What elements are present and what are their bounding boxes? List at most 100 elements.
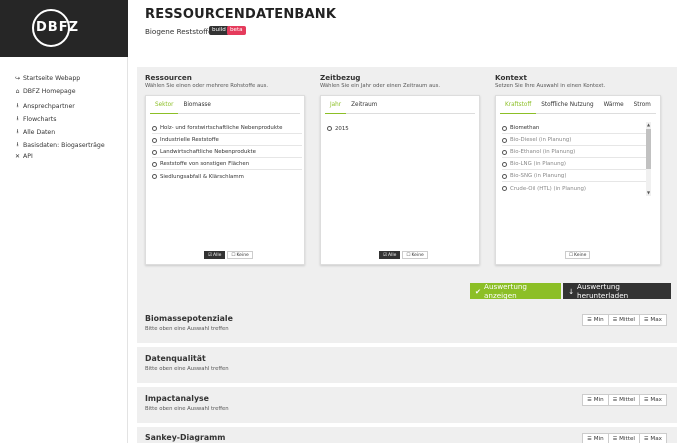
sidebar-item-basisdaten[interactable]: ⭳ Basisdaten: Biogaserträge [14, 140, 105, 150]
table-icon: ☰ [643, 317, 649, 323]
radio-icon [152, 149, 157, 155]
main-content: Ressourcen Wählen Sie einen oder mehrere… [128, 57, 700, 443]
ressourcen-buttons: ☑ Alle ☐ Keine [204, 251, 253, 259]
sidebar-item-label: Startseite Webapp [23, 75, 81, 82]
view-min-button[interactable]: ☰ Min [582, 433, 609, 443]
tab-waerme[interactable]: Wärme [599, 99, 629, 114]
radio-icon [152, 174, 157, 179]
download-icon: ⭳ [16, 102, 19, 109]
section-sankey-diagramm: Sankey-Diagramm ☰ Min ☰ Mittel ☰ Max [137, 427, 677, 443]
section-hint: Bitte oben eine Auswahl treffen [145, 326, 229, 332]
kontext-card: Kraftstoff Stoffliche Nutzung Wärme Stro… [495, 95, 661, 265]
logo-area: DBFZ [0, 0, 128, 57]
section-title: Impactanalyse [145, 394, 209, 403]
select-all-button[interactable]: ☑ Alle [379, 251, 401, 259]
tab-zeitraum[interactable]: Zeitraum [346, 99, 382, 114]
list-item: Bio-Diesel (in Planung) [502, 135, 646, 146]
list-item[interactable]: Reststoffe von sonstigen Flächen [152, 159, 302, 170]
ressourcen-tabs: Sektor Biomasse [150, 99, 300, 114]
list-item: Bio-Ethanol (in Planung) [502, 147, 646, 158]
kontext-scrollbar[interactable]: ▲ ▼ [646, 122, 651, 196]
select-none-button[interactable]: ☐ Keine [565, 251, 591, 259]
beta-badge: beta [227, 26, 246, 35]
zeitbezug-hint: Wählen Sie ein Jahr oder einen Zeitraum … [320, 83, 441, 89]
select-none-button[interactable]: ☐ Keine [227, 251, 253, 259]
radio-icon [502, 137, 507, 143]
list-item[interactable]: 2015 [327, 123, 477, 134]
check-icon: ☑ [208, 252, 213, 258]
table-icon: ☰ [587, 436, 592, 442]
sidebar-item-ansprechpartner[interactable]: ⭳ Ansprechpartner [14, 101, 75, 111]
view-max-button[interactable]: ☰ Max [638, 394, 667, 406]
scroll-down-icon[interactable]: ▼ [646, 190, 651, 195]
page-subtitle: Biogene Reststoffe [145, 27, 213, 36]
page-header: RESSOURCENDATENBANK Biogene Reststoffe b… [128, 0, 700, 57]
show-evaluation-button[interactable]: ✔ Auswertung anzeigen [470, 282, 561, 300]
view-mittel-button[interactable]: ☰ Mittel [607, 394, 640, 406]
ressourcen-hint: Wählen Sie einen oder mehrere Rohstoffe … [145, 83, 269, 89]
download-icon: ⭳ [16, 115, 19, 122]
list-item: Bio-SNG (in Planung) [502, 171, 646, 182]
view-mittel-button[interactable]: ☰ Mittel [607, 314, 640, 326]
square-icon: ☐ [569, 252, 574, 258]
home-icon: ⌂ [15, 88, 20, 95]
view-min-button[interactable]: ☰ Min [582, 394, 609, 406]
scroll-up-icon[interactable]: ▲ [646, 122, 651, 127]
sidebar-item-startseite[interactable]: ↪ Startseite Webapp [14, 75, 80, 82]
zeitbezug-tabs: Jahr Zeitraum [325, 99, 475, 114]
radio-icon [502, 173, 507, 179]
sidebar-item-homepage[interactable]: ⌂ DBFZ Homepage [14, 88, 76, 95]
build-badge: build [209, 26, 229, 35]
list-item[interactable]: Biomethan [502, 123, 646, 134]
list-item[interactable]: Industrielle Reststoffe [152, 135, 302, 146]
list-item[interactable]: Landwirtschaftliche Nebenprodukte [152, 147, 302, 158]
scroll-thumb[interactable] [646, 129, 651, 169]
table-icon: ☰ [612, 436, 618, 442]
section-impactanalyse: Impactanalyse Bitte oben eine Auswahl tr… [137, 387, 677, 423]
check-icon: ✔ [475, 286, 482, 296]
list-item[interactable]: Siedlungsabfall & Klärschlamm [152, 171, 302, 182]
select-all-button[interactable]: ☑ Alle [204, 251, 226, 259]
tab-sektor[interactable]: Sektor [150, 99, 179, 114]
tab-biomasse[interactable]: Biomasse [178, 99, 215, 114]
download-evaluation-button[interactable]: ↓ Auswertung herunterladen [563, 282, 671, 300]
sidebar-item-flowcharts[interactable]: ⭳ Flowcharts [14, 114, 56, 124]
sidebar-item-alle-daten[interactable]: ⭳ Alle Daten [14, 127, 55, 137]
sign-out-icon: ↪ [14, 75, 21, 82]
section-hint: Bitte oben eine Auswahl treffen [145, 406, 229, 412]
square-icon: ☐ [406, 252, 411, 258]
square-icon: ☐ [231, 252, 236, 258]
zeitbezug-title: Zeitbezug [320, 73, 361, 82]
filter-panel: Ressourcen Wählen Sie einen oder mehrere… [137, 67, 677, 324]
table-icon: ☰ [643, 397, 649, 403]
view-max-button[interactable]: ☰ Max [638, 314, 667, 326]
radio-icon [152, 137, 157, 143]
kontext-title: Kontext [495, 73, 527, 82]
sidebar-item-label: Ansprechpartner [23, 102, 75, 110]
sidebar-item-label: Flowcharts [23, 115, 57, 123]
sidebar-item-api[interactable]: ✕ API [14, 153, 33, 160]
view-min-button[interactable]: ☰ Min [582, 314, 609, 326]
tab-strom[interactable]: Strom [629, 99, 656, 114]
select-none-button[interactable]: ☐ Keine [402, 251, 428, 259]
logo-text: DBFZ [36, 20, 80, 35]
view-mittel-button[interactable]: ☰ Mittel [607, 433, 640, 443]
tab-kraftstoff[interactable]: Kraftstoff [500, 99, 537, 114]
tab-stoffliche-nutzung[interactable]: Stoffliche Nutzung [536, 99, 598, 114]
tab-jahr[interactable]: Jahr [325, 99, 347, 114]
dbfz-logo[interactable]: DBFZ [32, 9, 80, 47]
radio-icon [502, 125, 507, 131]
kontext-tabs: Kraftstoff Stoffliche Nutzung Wärme Stro… [500, 99, 656, 114]
view-max-button[interactable]: ☰ Max [638, 433, 667, 443]
list-item[interactable]: Holz- und forstwirtschaftliche Nebenprod… [152, 123, 302, 134]
section-hint: Bitte oben eine Auswahl treffen [145, 366, 229, 372]
table-icon: ☰ [643, 436, 649, 442]
radio-icon [502, 186, 507, 191]
sidebar-item-label: DBFZ Homepage [23, 88, 76, 95]
sidebar-item-label: Basisdaten: Biogaserträge [23, 141, 105, 149]
zeitbezug-buttons: ☑ Alle ☐ Keine [379, 251, 428, 259]
page-title: RESSOURCENDATENBANK [145, 7, 337, 22]
ressourcen-title: Ressourcen [145, 73, 192, 82]
table-icon: ☰ [587, 317, 592, 323]
radio-icon [502, 149, 507, 155]
